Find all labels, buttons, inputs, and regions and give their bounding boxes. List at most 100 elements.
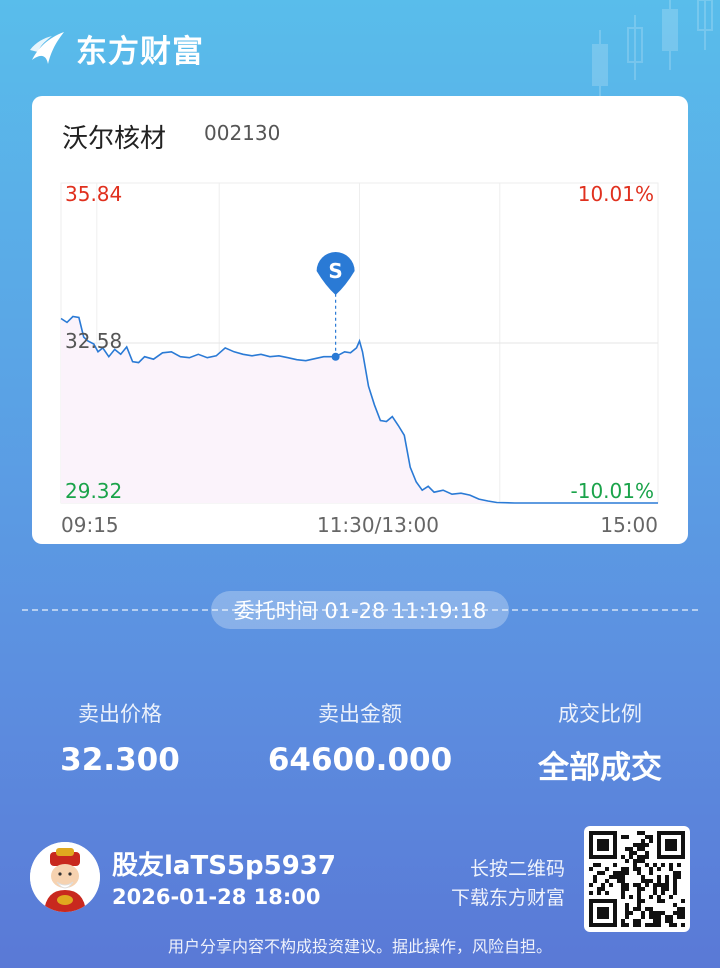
y-label-mid: 32.58 — [65, 329, 122, 353]
qr-module — [673, 923, 677, 927]
qr-module — [597, 907, 609, 919]
x-label-start: 09:15 — [61, 513, 119, 537]
qr-module — [597, 839, 609, 851]
qr-module — [653, 919, 657, 923]
qr-module — [665, 887, 669, 891]
stat-label: 卖出金额 — [318, 702, 402, 726]
qr-module — [669, 915, 673, 919]
marker-point — [331, 352, 340, 361]
qr-module — [669, 863, 673, 867]
qr-module — [665, 879, 669, 883]
qr-module — [641, 899, 645, 903]
qr-module — [637, 903, 641, 907]
qr-module — [649, 871, 653, 875]
qr-module — [661, 911, 665, 915]
qr-module — [633, 883, 637, 887]
qr-module — [633, 923, 637, 927]
qr-module — [653, 883, 657, 887]
qr-module — [613, 875, 617, 879]
qr-module — [645, 879, 649, 883]
y-label-top: 35.84 — [65, 182, 122, 206]
qr-module — [597, 891, 601, 895]
qr-module — [633, 863, 637, 867]
qr-module — [621, 891, 625, 895]
stat-sell-amount: 卖出金额 64600.000 — [240, 698, 480, 778]
qr-module — [653, 887, 657, 891]
qr-module — [653, 915, 657, 919]
x-label-end: 15:00 — [600, 513, 658, 537]
qr-module — [633, 907, 637, 911]
eastmoney-logo-icon — [30, 31, 64, 64]
qr-module — [621, 879, 625, 883]
qr-module — [629, 855, 633, 859]
qr-code-icon[interactable] — [584, 826, 690, 932]
qr-module — [621, 895, 625, 899]
qr-module — [637, 831, 641, 835]
brand-logo: 东方财富 — [28, 26, 204, 71]
qr-module — [589, 867, 593, 871]
qr-module — [645, 907, 649, 911]
qr-module — [657, 875, 661, 879]
qr-module — [609, 875, 613, 879]
qr-module — [617, 879, 621, 883]
qr-module — [673, 875, 677, 879]
marker-label: S — [328, 259, 342, 283]
qr-module — [665, 915, 669, 919]
chart-area-fill — [61, 316, 658, 503]
qr-module — [649, 895, 653, 899]
qr-module — [641, 875, 645, 879]
qr-code-pattern — [589, 831, 685, 927]
qr-module — [673, 883, 677, 887]
qr-module — [681, 907, 685, 911]
qr-module — [641, 855, 645, 859]
qr-module — [669, 919, 673, 923]
qr-module — [645, 863, 649, 867]
qr-module — [637, 919, 641, 923]
qr-module — [677, 915, 681, 919]
qr-module — [665, 839, 677, 851]
pct-label-bottom: -10.01% — [571, 479, 654, 503]
qr-module — [661, 887, 665, 891]
qr-module — [673, 871, 677, 875]
qr-module — [657, 919, 661, 923]
pct-label-top: 10.01% — [578, 182, 654, 206]
x-label-mid: 11:30/13:00 — [317, 513, 439, 537]
qr-module — [625, 911, 629, 915]
qr-module — [625, 859, 629, 863]
qr-module — [593, 879, 597, 883]
qr-hint-line1: 长按二维码 — [469, 858, 565, 880]
qr-module — [661, 863, 665, 867]
qr-module — [605, 891, 609, 895]
qr-module — [649, 835, 653, 839]
qr-module — [645, 851, 649, 855]
qr-module — [641, 911, 645, 915]
avatar[interactable] — [30, 842, 100, 912]
qr-module — [621, 855, 625, 859]
qr-module — [637, 847, 641, 851]
brand-name: 东方财富 — [76, 34, 204, 70]
qr-module — [665, 875, 669, 879]
qr-module — [597, 863, 601, 867]
qr-module — [605, 879, 609, 883]
qr-module — [645, 883, 649, 887]
qr-module — [669, 923, 673, 927]
qr-module — [589, 883, 593, 887]
qr-module — [637, 859, 641, 863]
qr-module — [645, 835, 649, 839]
qr-module — [597, 871, 601, 875]
qr-module — [677, 871, 681, 875]
qr-module — [601, 871, 605, 875]
qr-module — [637, 867, 641, 871]
qr-module — [673, 887, 677, 891]
qr-module — [637, 887, 641, 891]
qr-module — [657, 895, 661, 899]
qr-module — [641, 915, 645, 919]
qr-module — [637, 923, 641, 927]
qr-module — [673, 891, 677, 895]
qr-module — [681, 911, 685, 915]
qr-module — [625, 871, 629, 875]
stat-value: 全部成交 — [538, 750, 662, 786]
qr-module — [681, 915, 685, 919]
qr-module — [633, 859, 637, 863]
qr-module — [637, 907, 641, 911]
